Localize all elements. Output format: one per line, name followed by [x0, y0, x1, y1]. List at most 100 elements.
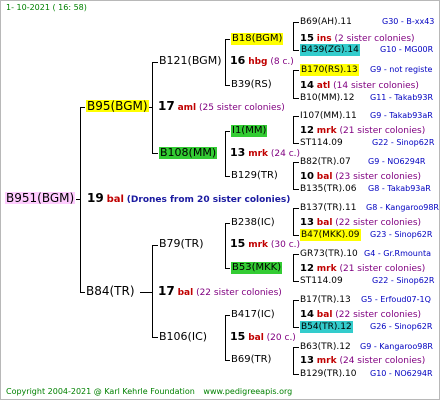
root-note: (Drones from 20 sister colonies) — [126, 195, 291, 205]
gen4-ref[interactable]: G22 - Sinop62R — [372, 137, 434, 149]
connector-g3-2b — [225, 176, 230, 177]
gen3-queen[interactable]: B53(MKK) — [231, 262, 283, 274]
gen4-ref[interactable]: G23 - Sinop62R — [370, 229, 432, 241]
gen4-queen[interactable]: B135(TR).06 — [300, 183, 356, 195]
gen4-ref[interactable]: G8 - Takab93aR — [368, 183, 431, 195]
gen2-queen-b106[interactable]: B106(IC) — [159, 331, 207, 343]
gen4-ref[interactable]: G8 - Kangaroo98R — [366, 202, 439, 214]
gen4-ref[interactable]: G10 - NO6294R — [370, 368, 433, 380]
gen4-ref[interactable]: G9 - NO6294R — [368, 156, 425, 168]
gen4-queen[interactable]: I107(MM).11 — [300, 110, 357, 122]
connector-g3-4a — [225, 315, 230, 316]
gen1-species: bal — [177, 288, 194, 298]
gen2-queen-b121[interactable]: B121(BGM) — [159, 55, 222, 67]
root-number: 19 — [87, 191, 104, 205]
gen4-ref[interactable]: G5 - Erfoud07-1Q — [361, 294, 431, 306]
gen3-number: 14 — [300, 309, 314, 320]
gen3-number: 12 — [300, 263, 314, 274]
connector-g3-4b — [225, 360, 230, 361]
gen1-note: (25 sister colonies) — [199, 103, 285, 113]
gen4-queen[interactable]: B170(RS).13 — [300, 64, 359, 76]
gen3-queen[interactable]: B69(TR) — [231, 354, 271, 366]
gen3-number: 10 — [300, 171, 314, 182]
connector-gen1 — [80, 107, 81, 293]
connector-g4-2b — [293, 98, 299, 99]
gen4-ref[interactable]: G9 - not registe — [370, 64, 432, 76]
gen2-queen-b108[interactable]: B108(MM) — [159, 147, 218, 159]
connector-b108 — [152, 153, 158, 154]
gen4-queen[interactable]: B54(TR).12 — [300, 321, 353, 333]
gen3-note: (22 sister colonies) — [335, 310, 422, 320]
gen4-queen[interactable]: B17(TR).13 — [300, 294, 351, 306]
gen4-queen[interactable]: B129(TR).10 — [300, 368, 356, 380]
connector-g4-1a — [293, 22, 299, 23]
gen4-ref[interactable]: G26 - Sinop62R — [370, 321, 432, 333]
gen3-queen[interactable]: B18(BGM) — [231, 33, 284, 45]
gen3-queen[interactable]: B238(IC) — [231, 217, 275, 229]
gen4-queen[interactable]: B10(MM).12 — [300, 92, 355, 104]
connector-g4-3a — [293, 116, 299, 117]
connector-g4-3b — [293, 143, 299, 144]
gen4-ref[interactable]: G30 - B-xx43 — [382, 16, 434, 28]
gen3-queen[interactable]: B129(TR) — [231, 170, 278, 182]
connector-g4-8 — [293, 347, 294, 375]
connector-g4-5a — [293, 208, 299, 209]
connector-g4-5 — [293, 208, 294, 236]
gen2-species: hbg — [248, 57, 268, 67]
print-date: 1- 10-2021 ( 16: 58) — [6, 3, 87, 12]
gen4-queen[interactable]: B63(TR).12 — [300, 341, 351, 353]
connector-g4-6 — [293, 254, 294, 282]
connector-g4-7b — [293, 327, 299, 328]
gen2-species: mrk — [248, 240, 268, 250]
gen3-number: 12 — [300, 125, 314, 136]
connector-g3-3b — [225, 268, 230, 269]
gen1-info-b84: 17 bal (22 sister colonies) — [158, 285, 282, 299]
gen3-species: mrk — [316, 356, 337, 366]
gen1-queen-b95[interactable]: B95(BGM) — [86, 100, 149, 112]
gen2-info: 16 hbg (8 c.) — [230, 55, 294, 68]
gen3-species: bal — [316, 218, 333, 228]
gen4-queen[interactable]: GR73(TR).10 — [300, 248, 358, 260]
gen3-queen[interactable]: I1(MM) — [231, 125, 268, 137]
gen4-queen[interactable]: B137(TR).11 — [300, 202, 356, 214]
gen4-ref[interactable]: G22 - Sinop62R — [372, 275, 434, 287]
gen3-number: 13 — [300, 355, 314, 366]
gen3-species: mrk — [316, 264, 337, 274]
gen4-queen[interactable]: B47(MKK).09 — [300, 229, 361, 241]
gen4-queen[interactable]: B82(TR).07 — [300, 156, 351, 168]
gen4-ref[interactable]: G4 - Gr.Rmounta — [364, 248, 431, 260]
gen3-note: (23 sister colonies) — [335, 172, 422, 182]
gen2-number: 15 — [230, 237, 246, 250]
connector-g4-2 — [293, 70, 294, 99]
gen4-queen[interactable]: ST114.09 — [300, 137, 343, 149]
gen1-number: 17 — [158, 284, 175, 298]
gen4-ref[interactable]: G10 - MG00R — [380, 44, 433, 56]
gen2-queen-b79[interactable]: B79(TR) — [159, 238, 204, 250]
pedigree-page: 1- 10-2021 ( 16: 58) B951(BGM) 19 bal (D… — [0, 0, 440, 400]
gen4-queen[interactable]: B439(ZG).14 — [300, 44, 360, 56]
gen3-info: 14 atl (14 sister colonies) — [300, 80, 419, 92]
connector-g4-4a — [293, 162, 299, 163]
connector-b79 — [152, 245, 158, 246]
gen3-note: (24 sister colonies) — [339, 356, 426, 366]
gen3-note: (22 sister colonies) — [335, 218, 422, 228]
copyright-text: Copyright 2004-2021 @ Karl Kehrle Founda… — [6, 387, 195, 396]
gen4-ref[interactable]: G9 - Takab93aR — [370, 110, 433, 122]
gen4-queen[interactable]: ST114.09 — [300, 275, 343, 287]
gen4-ref[interactable]: G9 - Kangaroo98R — [360, 341, 433, 353]
site-link[interactable]: www.pedigreeapis.org — [203, 387, 292, 396]
gen4-queen[interactable]: B69(AH).11 — [300, 16, 352, 28]
gen3-queen[interactable]: B417(IC) — [231, 309, 275, 321]
gen2-info: 15 mrk (30 c.) — [230, 238, 300, 251]
root-species: bal — [106, 194, 124, 205]
root-queen[interactable]: B951(BGM) — [5, 192, 76, 204]
gen3-queen[interactable]: B39(RS) — [231, 79, 272, 91]
gen3-species: ins — [316, 34, 332, 44]
gen1-queen-b84[interactable]: B84(TR) — [86, 285, 135, 297]
connector-g4-6b — [293, 281, 299, 282]
connector-b95 — [80, 107, 85, 108]
gen4-ref[interactable]: G11 - Takab93R — [370, 92, 433, 104]
gen1-number: 17 — [158, 99, 175, 113]
gen3-species: bal — [316, 310, 333, 320]
connector-b106 — [152, 337, 158, 338]
